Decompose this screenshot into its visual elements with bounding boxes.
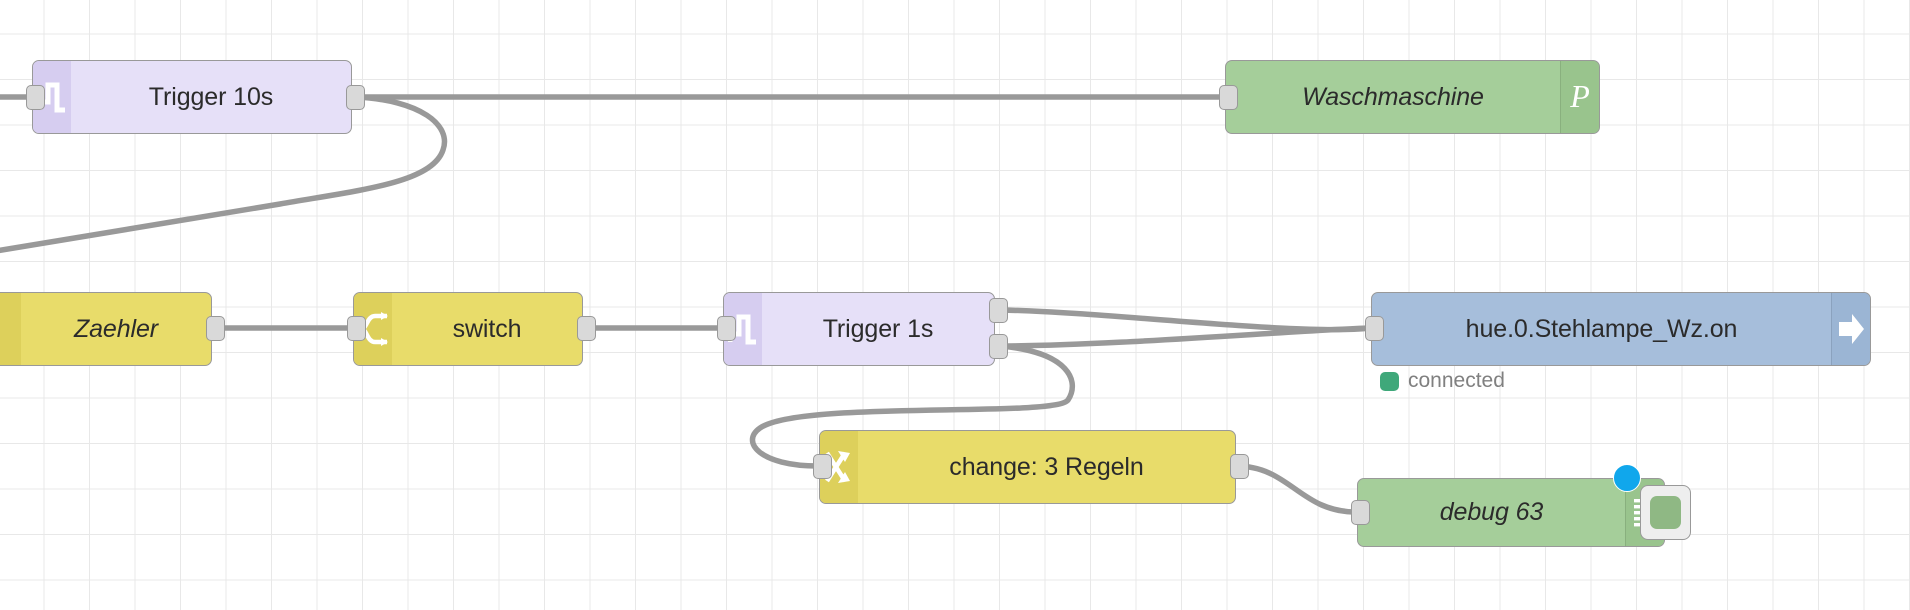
port-out-switch[interactable] (577, 316, 596, 341)
node-label: switch (452, 314, 522, 343)
debug-toggle-indicator (1650, 496, 1681, 529)
node-label: Waschmaschine (1302, 82, 1484, 111)
node-hue-stehlampe[interactable]: hue.0.Stehlampe_Wz.on (1371, 292, 1871, 366)
port-out-change[interactable] (1230, 454, 1249, 479)
port-in-change[interactable] (813, 454, 832, 479)
node-switch[interactable]: switch (353, 292, 583, 366)
node-label: Zaehler (73, 314, 159, 343)
flow-canvas[interactable]: Trigger 10s Waschmaschine P Zaehler swit… (0, 0, 1910, 610)
node-change[interactable]: change: 3 Regeln (819, 430, 1236, 504)
wire-change-to-debug (1233, 463, 1359, 515)
debug-unread-badge (1613, 464, 1641, 492)
node-label: hue.0.Stehlampe_Wz.on (1465, 314, 1738, 343)
wire-trigger1s-out2-to-hue (997, 325, 1373, 349)
status-label: connected (1408, 369, 1505, 392)
node-waschmaschine[interactable]: Waschmaschine P (1225, 60, 1600, 134)
port-out2-trigger1s[interactable] (989, 334, 1008, 359)
status-indicator-dot (1380, 371, 1399, 391)
arrow-right-icon (1831, 293, 1870, 365)
port-in-trigger10s[interactable] (26, 85, 45, 110)
wire-trigger1s-out1-to-hue (997, 307, 1373, 333)
pushover-p-icon: P (1560, 61, 1599, 133)
port-out-zaehler[interactable] (206, 316, 225, 341)
node-label: debug 63 (1439, 498, 1544, 526)
port-in-waschmaschine[interactable] (1219, 85, 1238, 110)
port-in-trigger1s[interactable] (717, 316, 736, 341)
port-in-hue[interactable] (1365, 316, 1384, 341)
port-in-switch[interactable] (347, 316, 366, 341)
node-label: change: 3 Regeln (949, 452, 1144, 481)
port-out-trigger10s[interactable] (346, 85, 365, 110)
svg-text:P: P (1569, 80, 1590, 114)
node-zaehler[interactable]: Zaehler (0, 292, 212, 366)
node-trigger-1s[interactable]: Trigger 1s (723, 292, 995, 366)
function-icon (0, 293, 21, 365)
node-label: Trigger 10s (148, 82, 274, 111)
node-label: Trigger 1s (822, 314, 934, 343)
port-in-debug[interactable] (1351, 500, 1370, 525)
port-out1-trigger1s[interactable] (989, 298, 1008, 323)
debug-enable-toggle[interactable] (1640, 485, 1691, 540)
node-trigger-10s[interactable]: Trigger 10s (32, 60, 352, 134)
node-status-hue: connected (1380, 369, 1505, 393)
